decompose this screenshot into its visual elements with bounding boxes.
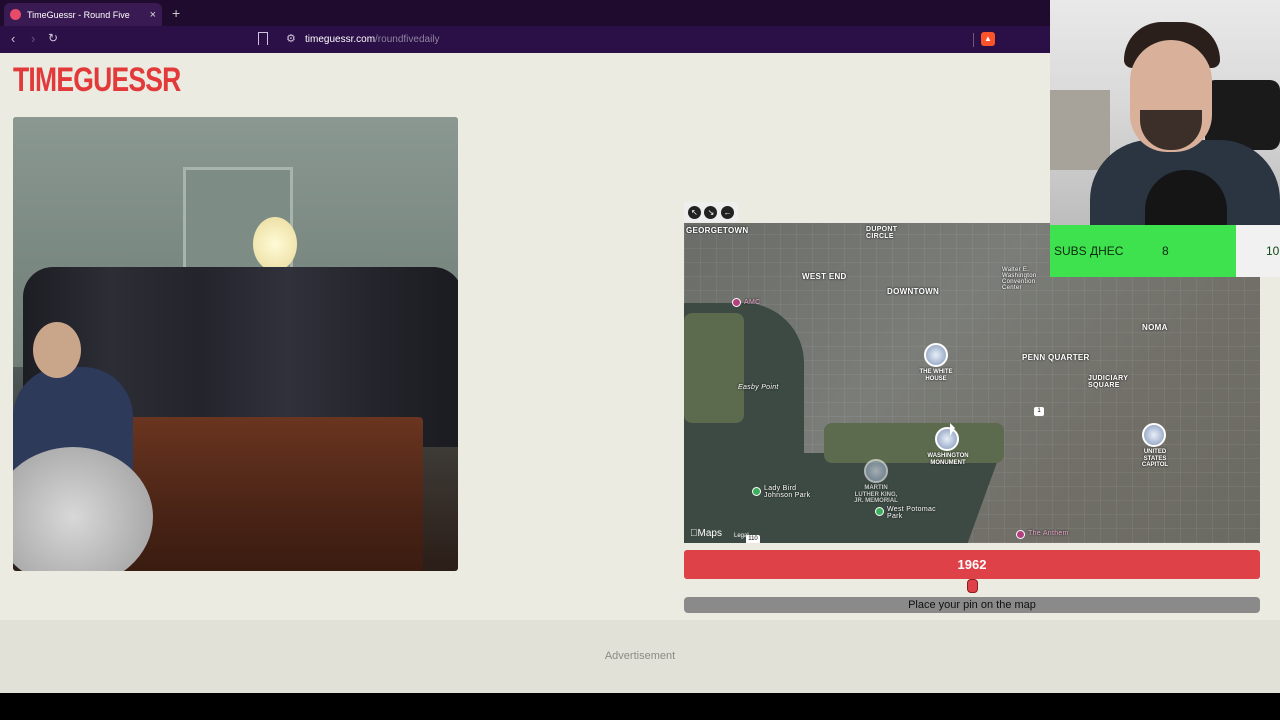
- map-label-ladybird: Lady Bird Johnson Park: [764, 485, 811, 499]
- map-label-downtown: DOWNTOWN: [887, 287, 940, 296]
- map-label-mlk: MARTIN LUTHER KING, JR. MEMORIAL: [854, 485, 898, 505]
- apple-maps-logo: Maps: [690, 528, 722, 539]
- address-bar[interactable]: timeguessr.com/roundfivedaily: [305, 34, 440, 45]
- map-label-convention: Walter E. Washington Convention Center: [1002, 267, 1037, 291]
- white-house-poi-icon[interactable]: [924, 343, 948, 367]
- round-photo: [13, 117, 458, 571]
- subs-label: SUBS ДНЕС: [1054, 244, 1124, 258]
- webcam-overlay: [1050, 0, 1280, 225]
- tab-title: TimeGuessr - Round Five: [27, 9, 130, 20]
- apple-logo-icon: : [690, 528, 698, 539]
- map-mall: [824, 423, 1004, 463]
- map-pin-ladybird[interactable]: [752, 487, 761, 496]
- advertisement-banner: Advertisement: [0, 620, 1280, 693]
- map-park: [684, 313, 744, 423]
- map-label-judiciary: JUDICIARY SQUARE: [1088, 375, 1129, 389]
- map-pin-amc[interactable]: [732, 298, 741, 307]
- brave-shield-icon[interactable]: ▲: [981, 32, 995, 46]
- route-marker-110: 110: [746, 535, 760, 543]
- map-controls: ↖ ↘ ←: [684, 202, 738, 222]
- photo-lamp: [253, 217, 297, 271]
- subs-current: 8: [1162, 244, 1169, 258]
- map-expand-nw-icon[interactable]: ↖: [687, 205, 701, 219]
- map-label-easby: Easby Point: [738, 384, 779, 391]
- timeguessr-favicon-icon: [10, 9, 21, 20]
- map-shrink-icon[interactable]: ↘: [704, 205, 718, 219]
- tab-close-icon[interactable]: ×: [150, 9, 156, 21]
- map-label-amc: AMC: [744, 299, 761, 306]
- browser-tabbar: TimeGuessr - Round Five × +: [0, 0, 1050, 26]
- map-label-dupont: DUPONT CIRCLE: [866, 226, 898, 240]
- new-tab-button[interactable]: +: [172, 5, 180, 21]
- map-pin-west-potomac[interactable]: [875, 507, 884, 516]
- washington-monument-poi-icon[interactable]: [935, 427, 959, 451]
- map-pin-anthem[interactable]: [1016, 530, 1025, 539]
- screen: TimeGuessr - Round Five × + ‹ › ↻ ⚙ time…: [0, 0, 1280, 720]
- mlk-memorial-poi-icon[interactable]: [864, 459, 888, 483]
- map-label-noma: NOMA: [1142, 323, 1168, 332]
- forward-button[interactable]: ›: [31, 31, 35, 46]
- reload-button[interactable]: ↻: [48, 31, 58, 45]
- site-settings-icon[interactable]: ⚙: [286, 32, 296, 45]
- mouse-cursor: [950, 423, 955, 436]
- year-display: 1962: [684, 550, 1260, 579]
- url-host: timeguessr.com: [305, 34, 376, 45]
- toolbar-separator: [973, 33, 974, 47]
- subs-goal-widget: SUBS ДНЕС 8 10: [1050, 225, 1280, 277]
- browser-toolbar: ‹ › ↻ ⚙ timeguessr.com/roundfivedaily ▲: [0, 26, 1050, 53]
- route-marker: 1: [1034, 407, 1044, 416]
- map-label-washington-monument: WASHINGTON MONUMENT: [927, 453, 969, 466]
- webcam-shelf: [1050, 90, 1110, 170]
- browser-tab[interactable]: TimeGuessr - Round Five ×: [4, 3, 162, 26]
- bookmark-icon[interactable]: [258, 32, 268, 45]
- map-label-west-end: WEST END: [802, 272, 847, 281]
- map-label-anthem: The Anthem: [1028, 530, 1069, 537]
- map-label-georgetown: GEORGETOWN: [686, 226, 749, 235]
- place-pin-button[interactable]: Place your pin on the map: [684, 597, 1260, 613]
- photo-seated-man-head: [33, 322, 81, 378]
- year-slider-thumb[interactable]: [967, 579, 978, 593]
- map-label-white-house: THE WHITE HOUSE: [919, 369, 953, 382]
- map-label-west-potomac: West Potomac Park: [887, 506, 936, 520]
- map-label-capitol: UNITED STATES CAPITOL: [1141, 449, 1169, 469]
- url-path: /roundfivedaily: [375, 34, 440, 45]
- capitol-poi-icon[interactable]: [1142, 423, 1166, 447]
- maps-brand-text: Maps: [690, 528, 722, 539]
- bottom-letterbox: [0, 693, 1280, 720]
- map-label-penn-quarter: PENN QUARTER: [1022, 353, 1090, 362]
- subs-goal: 10: [1266, 244, 1280, 258]
- back-button[interactable]: ‹: [11, 31, 15, 46]
- year-slider[interactable]: [684, 579, 1260, 593]
- photo-desk: [123, 417, 423, 571]
- site-logo[interactable]: TIMEGUESSR: [13, 63, 181, 97]
- map-collapse-icon[interactable]: ←: [721, 205, 735, 219]
